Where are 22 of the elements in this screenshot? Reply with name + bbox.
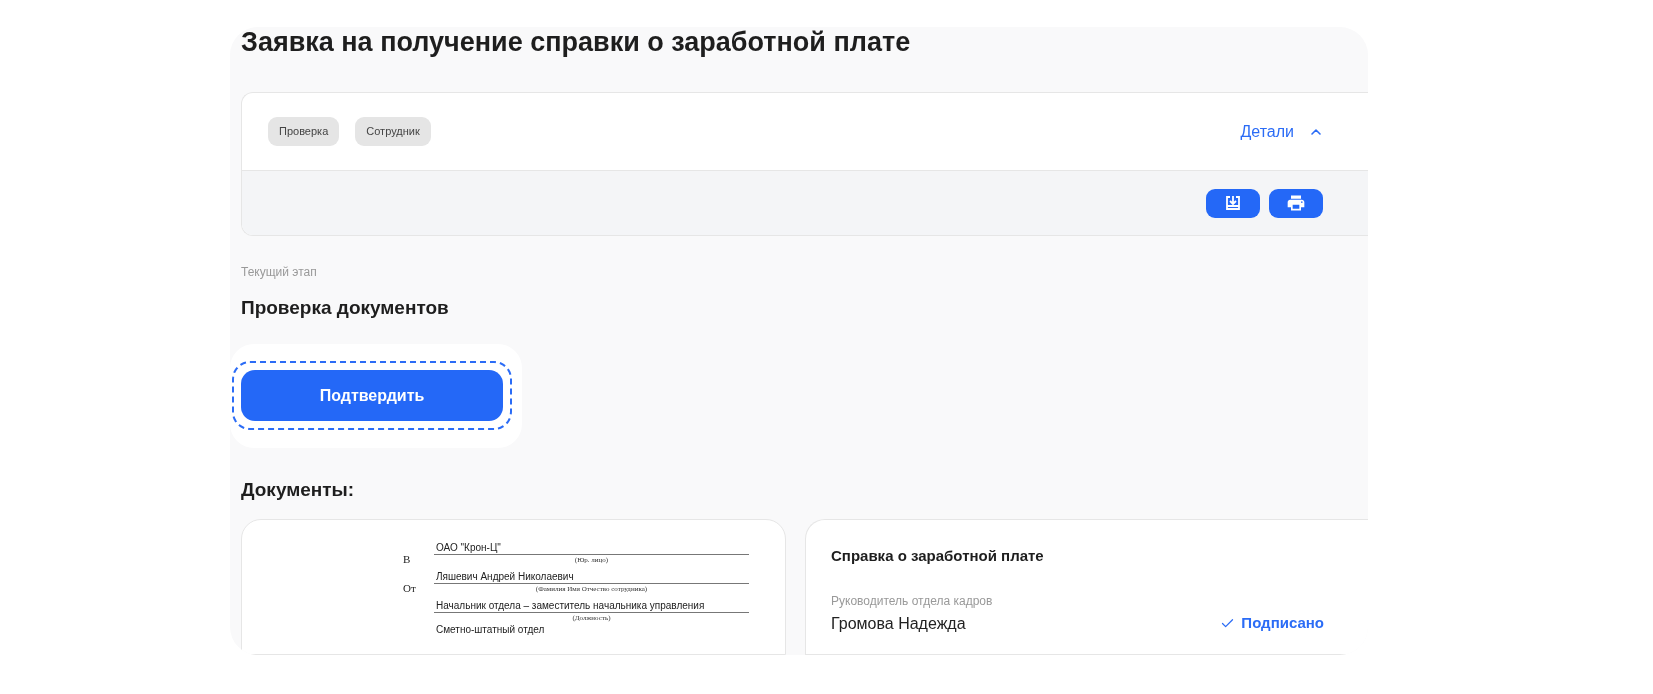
document-title: Справка о заработной плате: [831, 546, 1045, 566]
document-field: Начальник отдела – заместитель начальника управления: [434, 599, 749, 613]
page-title: Заявка на получение справки о заработной плате: [241, 27, 912, 59]
tag: Проверка: [268, 117, 340, 146]
document-field: Сметно-штатный отдел: [434, 623, 749, 636]
signature-status: Подписано: [1220, 612, 1324, 635]
signer-name: Громова Надежда: [831, 613, 966, 634]
confirm-button[interactable]: Подтвердить: [241, 370, 503, 421]
documents-heading: Документы:: [241, 477, 356, 502]
printer-icon: [1286, 193, 1306, 213]
tag: Сотрудник: [355, 117, 431, 146]
details-toggle[interactable]: Детали: [1240, 119, 1324, 144]
document-field: ОАО "Крон-Ц": [434, 541, 749, 555]
stage-value: Проверка документов: [241, 296, 450, 320]
download-button[interactable]: [1206, 188, 1260, 218]
document-prefix: В: [403, 553, 411, 565]
document-field: Ляшевич Андрей Николаевич: [434, 570, 749, 584]
download-icon: [1224, 194, 1242, 212]
signer-role: Руководитель отдела кадров: [831, 592, 994, 610]
print-button[interactable]: [1269, 188, 1323, 218]
stage-label: Текущий этап: [241, 264, 318, 281]
document-prefix: От: [403, 582, 416, 594]
